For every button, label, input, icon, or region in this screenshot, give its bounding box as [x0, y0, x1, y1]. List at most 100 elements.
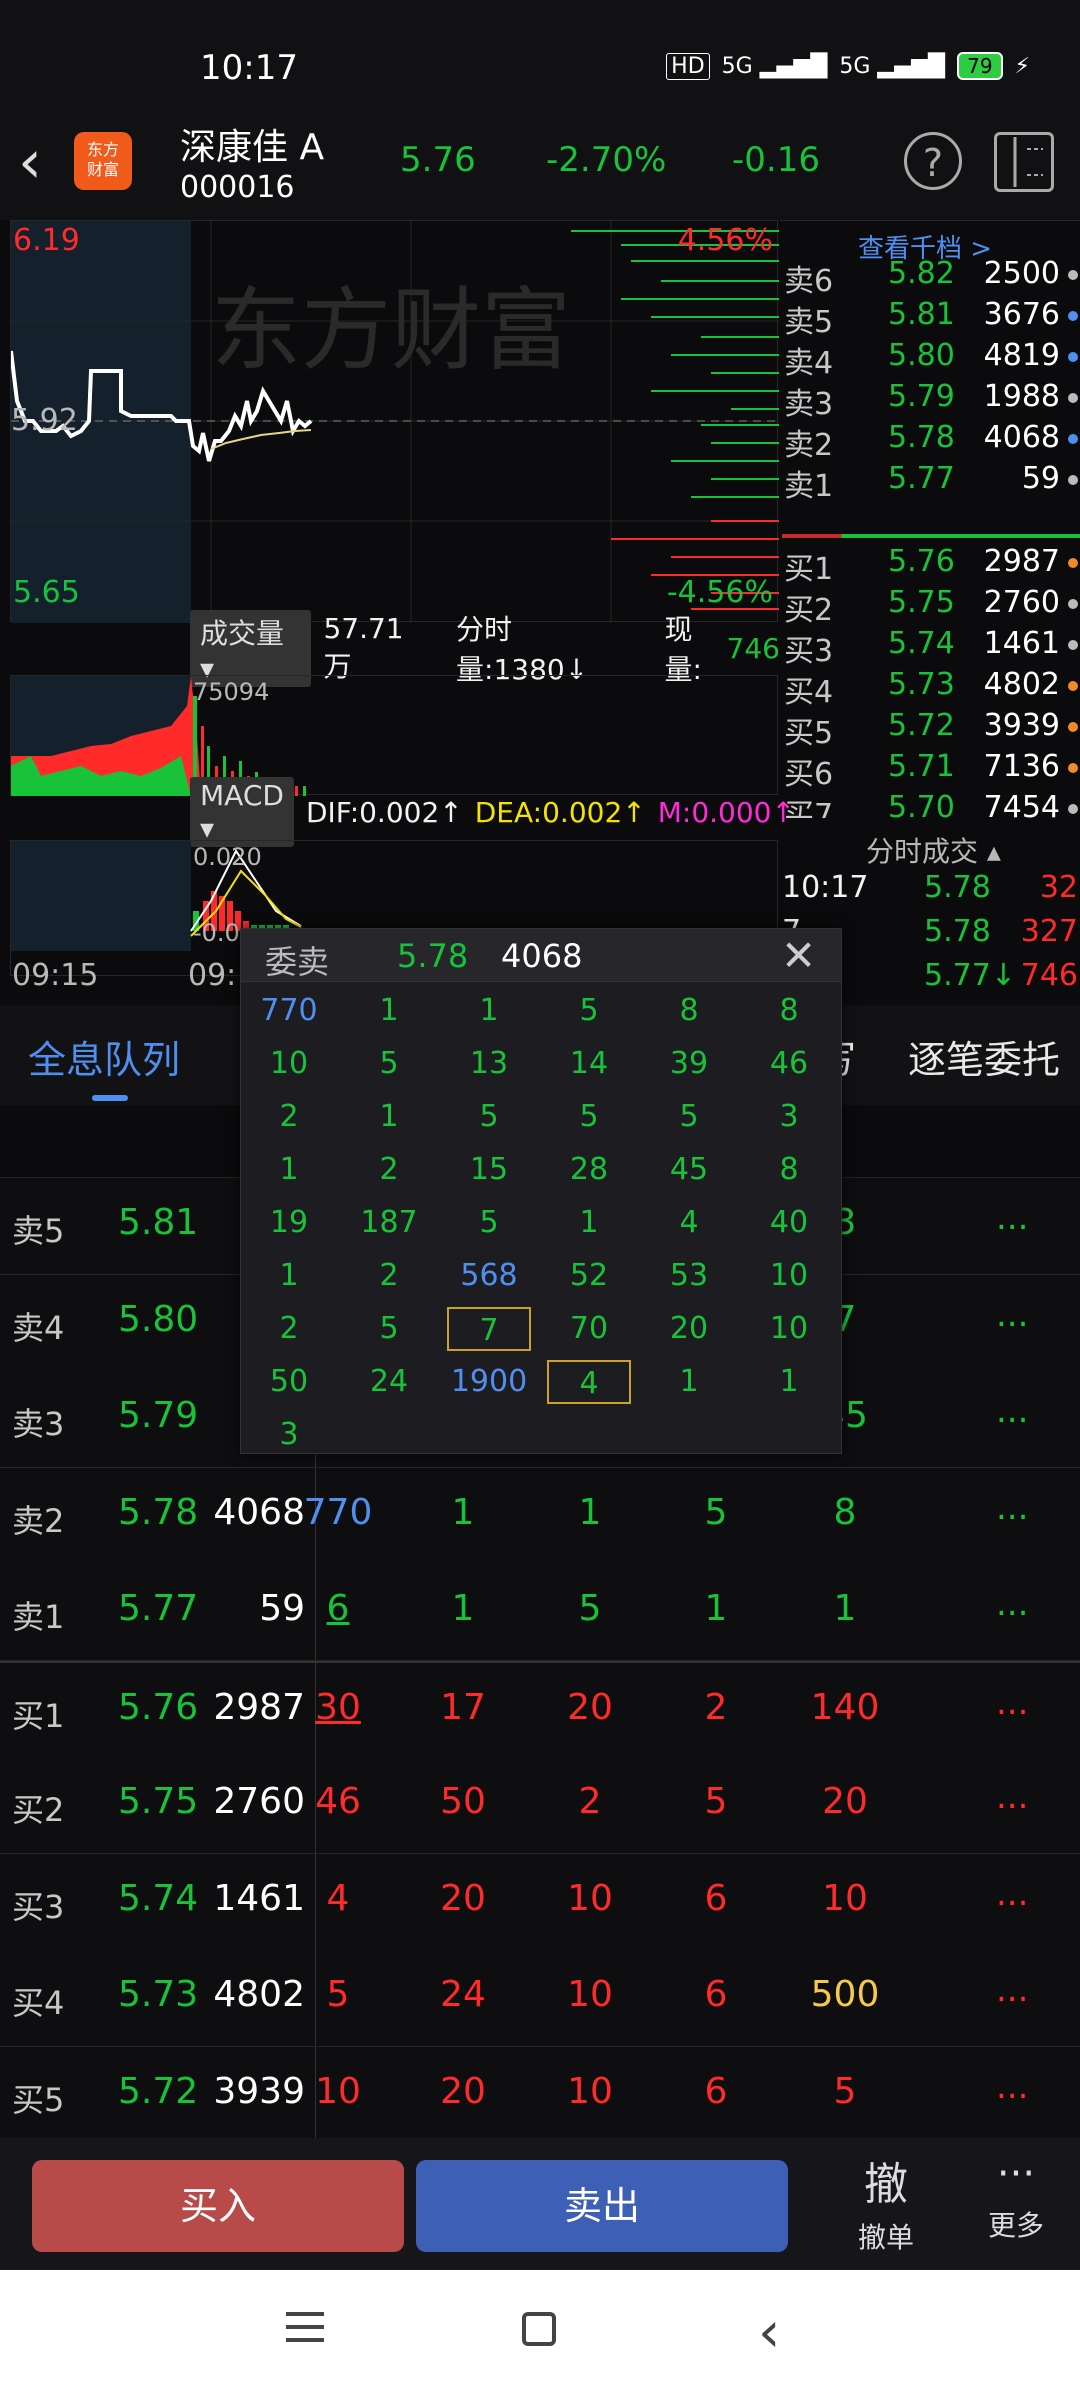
queue-more-icon[interactable]: ...: [996, 1584, 1028, 1624]
queue-cell[interactable]: 140: [805, 1687, 885, 1728]
bid-queue-row[interactable]: 买5 5.72 3939 10 20 10 6 5...: [0, 2046, 1080, 2144]
menu-icon[interactable]: [286, 2312, 324, 2342]
queue-cell[interactable]: 20: [805, 1781, 885, 1822]
level-label: 卖6: [784, 264, 834, 299]
sell-button[interactable]: 卖出: [416, 2160, 788, 2252]
queue-cell[interactable]: 5: [805, 2071, 885, 2112]
system-nav-bar: ‹: [0, 2270, 1080, 2400]
close-icon[interactable]: ✕: [781, 931, 816, 980]
level-label: 买6: [784, 757, 834, 792]
queue-cell[interactable]: 46: [298, 1781, 378, 1822]
popup-cell: 10: [769, 1258, 809, 1293]
queue-more-icon[interactable]: ...: [996, 2067, 1028, 2107]
level-price: 5.76: [888, 544, 955, 579]
tab-full-queue[interactable]: 全息队列: [28, 1029, 180, 1084]
queue-more-icon[interactable]: ...: [996, 1874, 1028, 1914]
buy-button[interactable]: 买入: [32, 2160, 404, 2252]
queue-cell[interactable]: 10: [550, 1878, 630, 1919]
level-price: 5.73: [888, 667, 955, 702]
popup-cell: 1: [379, 1099, 399, 1134]
bid-queue-row[interactable]: 买1 5.76 2987 30 17 20 2 140...: [0, 1660, 1080, 1760]
ask-row[interactable]: 卖6 5.82 2500: [782, 256, 1080, 299]
bid-queue-row[interactable]: 买4 5.73 4802 5 24 10 6 500...: [0, 1950, 1080, 2047]
queue-cell[interactable]: 4: [298, 1878, 378, 1919]
popup-cell: 8: [779, 993, 799, 1028]
queue-cell[interactable]: 6: [676, 1974, 756, 2015]
level-volume: 2987: [983, 544, 1060, 579]
help-button[interactable]: ?: [904, 132, 962, 190]
queue-cell[interactable]: 10: [805, 1878, 885, 1919]
ask-row[interactable]: 卖2 5.78 4068: [782, 420, 1080, 463]
queue-cell[interactable]: 1: [423, 1588, 503, 1629]
ask-row[interactable]: 卖5 5.81 3676: [782, 297, 1080, 340]
queue-cell[interactable]: 1: [805, 1588, 885, 1629]
queue-cell[interactable]: 5: [676, 1781, 756, 1822]
queue-cell[interactable]: 1: [423, 1492, 503, 1533]
bid-row[interactable]: 买2 5.75 2760: [782, 585, 1080, 628]
tab-order-by-order[interactable]: 逐笔委托: [908, 1029, 1060, 1084]
dif-value-text: DIF:0.002: [305, 795, 440, 829]
queue-more-icon[interactable]: ...: [996, 1391, 1028, 1431]
queue-cell[interactable]: 6: [676, 1878, 756, 1919]
queue-cell[interactable]: 770: [298, 1492, 378, 1533]
back-button[interactable]: ‹: [18, 132, 58, 192]
queue-cell[interactable]: 10: [550, 1974, 630, 2015]
app-logo: 东方 财富: [74, 132, 132, 190]
queue-cell[interactable]: 2: [676, 1687, 756, 1728]
queue-cell[interactable]: 20: [423, 2071, 503, 2112]
home-icon[interactable]: [522, 2312, 556, 2346]
queue-cell[interactable]: 24: [423, 1974, 503, 2015]
queue-cell[interactable]: 20: [423, 1878, 503, 1919]
cancel-order-button[interactable]: 撤 撤单: [846, 2148, 926, 2260]
ask-queue-row[interactable]: 卖1 5.77 59 6 1 5 1 1...: [0, 1564, 1080, 1661]
popup-cell: 5: [579, 1099, 599, 1134]
intraday-chart[interactable]: 东方财富 6.19 4.56% 5.92 5.65 -4.56% 成交量 ▾ 5…: [0, 220, 795, 1005]
queue-cell[interactable]: 2: [550, 1781, 630, 1822]
queue-cell[interactable]: 1: [676, 1588, 756, 1629]
queue-cell[interactable]: 10: [298, 2071, 378, 2112]
tick-price: 5.78: [924, 870, 991, 905]
layout-toggle-button[interactable]: [994, 132, 1054, 192]
tick-header-text: 分时成交: [866, 835, 979, 868]
queue-cell[interactable]: 5: [550, 1588, 630, 1629]
bid-row[interactable]: 买3 5.74 1461: [782, 626, 1080, 669]
level-dot: [1068, 558, 1078, 568]
queue-cell[interactable]: 1: [550, 1492, 630, 1533]
ask-row[interactable]: 卖4 5.80 4819: [782, 338, 1080, 381]
bid-row[interactable]: 买1 5.76 2987: [782, 544, 1080, 587]
bid-queue-row[interactable]: 买3 5.74 1461 4 20 10 6 10...: [0, 1853, 1080, 1951]
queue-cell[interactable]: 17: [423, 1687, 503, 1728]
queue-cell[interactable]: 20: [550, 1687, 630, 1728]
queue-more-icon[interactable]: ...: [996, 1198, 1028, 1238]
popup-cell: 1: [679, 1364, 699, 1399]
queue-cell[interactable]: 5: [298, 1974, 378, 2015]
queue-level-price: 5.80: [118, 1298, 199, 1340]
queue-cell[interactable]: 8: [805, 1492, 885, 1533]
ask-row[interactable]: 卖1 5.77 59: [782, 461, 1080, 504]
depth-bars-svg: [571, 230, 779, 610]
queue-cell[interactable]: 5: [676, 1492, 756, 1533]
queue-more-icon[interactable]: ...: [996, 1970, 1028, 2010]
more-label: 更多: [987, 2209, 1044, 2242]
queue-cell[interactable]: 6: [298, 1588, 378, 1629]
macd-selector[interactable]: MACD ▾: [190, 777, 294, 847]
bid-row[interactable]: 买7 5.70 7454: [782, 790, 1080, 818]
queue-cell[interactable]: 500: [805, 1974, 885, 2015]
queue-more-icon[interactable]: ...: [996, 1295, 1028, 1335]
queue-cell[interactable]: 30: [298, 1687, 378, 1728]
ask-row[interactable]: 卖3 5.79 1988: [782, 379, 1080, 422]
queue-more-icon[interactable]: ...: [996, 1777, 1028, 1817]
queue-cell[interactable]: 50: [423, 1781, 503, 1822]
bid-queue-row[interactable]: 买2 5.75 2760 46 50 2 5 20...: [0, 1757, 1080, 1854]
back-nav-icon[interactable]: ‹: [758, 2300, 780, 2365]
bid-row[interactable]: 买5 5.72 3939: [782, 708, 1080, 751]
more-button[interactable]: ··· 更多: [976, 2148, 1056, 2260]
bid-row[interactable]: 买6 5.71 7136: [782, 749, 1080, 792]
bid-row[interactable]: 买4 5.73 4802: [782, 667, 1080, 710]
queue-more-icon[interactable]: ...: [996, 1683, 1028, 1723]
queue-more-icon[interactable]: ...: [996, 1488, 1028, 1528]
ask-queue-row[interactable]: 卖2 5.78 4068 770 1 1 5 8...: [0, 1467, 1080, 1565]
price-panel[interactable]: 东方财富 6.19 4.56% 5.92 5.65 -4.56%: [10, 220, 779, 623]
queue-cell[interactable]: 10: [550, 2071, 630, 2112]
queue-cell[interactable]: 6: [676, 2071, 756, 2112]
